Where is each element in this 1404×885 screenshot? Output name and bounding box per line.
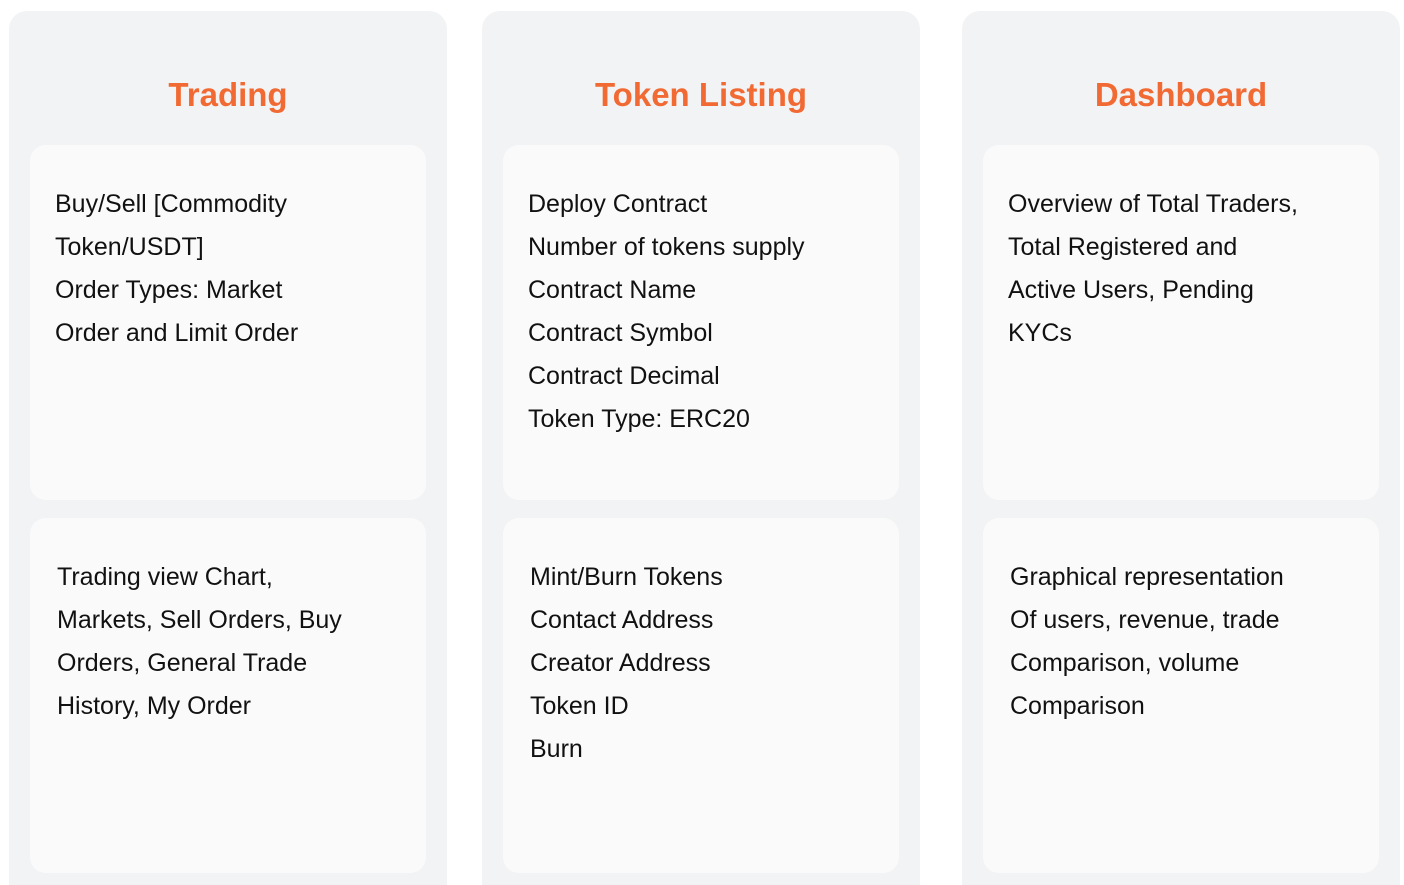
trading-column: Trading Buy/Sell [Commodity Token/USDT] … xyxy=(9,11,447,885)
text-line: Comparison xyxy=(1010,692,1145,720)
text-line: Order and Limit Order xyxy=(55,319,299,347)
token-listing-bottom-card: Mint/Burn Tokens Contact Address Creator… xyxy=(503,518,899,873)
text-line: Number of tokens supply xyxy=(528,233,805,261)
text-line: Token Type: ERC20 xyxy=(528,405,750,433)
text-line: Graphical representation xyxy=(1010,563,1284,591)
text-line: Active Users, Pending xyxy=(1008,276,1254,304)
text-line: Total Registered and xyxy=(1008,233,1238,261)
text-line: Token/USDT] xyxy=(55,233,204,261)
text-line: Of users, revenue, trade xyxy=(1010,606,1280,634)
text-line: Order Types: Market xyxy=(55,276,283,304)
text-line: Trading view Chart, xyxy=(57,563,273,591)
text-line: Buy/Sell [Commodity xyxy=(55,190,288,218)
text-line: Mint/Burn Tokens xyxy=(530,563,723,591)
text-line: Contact Address xyxy=(530,606,714,634)
trading-title: Trading xyxy=(168,76,288,113)
text-line: Burn xyxy=(530,735,583,763)
text-line: Contract Decimal xyxy=(528,362,720,390)
text-line: Comparison, volume xyxy=(1010,649,1240,677)
trading-top-card-text: Buy/Sell [Commodity Token/USDT] Order Ty… xyxy=(55,183,408,355)
text-line: Contract Symbol xyxy=(528,319,713,347)
token-listing-top-card-text: Deploy Contract Number of tokens supply … xyxy=(528,183,881,441)
dashboard-top-card-text: Overview of Total Traders, Total Registe… xyxy=(1008,183,1361,355)
text-line: Deploy Contract xyxy=(528,190,708,218)
trading-bottom-card-text: Trading view Chart, Markets, Sell Orders… xyxy=(57,556,408,728)
text-line: KYCs xyxy=(1008,319,1072,347)
token-listing-bottom-card-text: Mint/Burn Tokens Contact Address Creator… xyxy=(530,556,881,771)
text-line: Markets, Sell Orders, Buy xyxy=(57,606,342,634)
text-line: Token ID xyxy=(530,692,629,720)
token-listing-title: Token Listing xyxy=(594,76,808,113)
token-listing-top-card: Deploy Contract Number of tokens supply … xyxy=(503,145,899,500)
text-line: Overview of Total Traders, xyxy=(1008,190,1298,218)
dashboard-title: Dashboard xyxy=(1094,76,1268,113)
text-line: Contract Name xyxy=(528,276,697,304)
dashboard-column: Dashboard Overview of Total Traders, Tot… xyxy=(962,11,1400,885)
token-listing-column: Token Listing Deploy Contract Number of … xyxy=(482,11,920,885)
text-line: Orders, General Trade xyxy=(57,649,308,677)
text-line: Creator Address xyxy=(530,649,711,677)
trading-top-card: Buy/Sell [Commodity Token/USDT] Order Ty… xyxy=(30,145,426,500)
trading-bottom-card: Trading view Chart, Markets, Sell Orders… xyxy=(30,518,426,873)
dashboard-top-card: Overview of Total Traders, Total Registe… xyxy=(983,145,1379,500)
text-line: History, My Order xyxy=(57,692,251,720)
dashboard-bottom-card: Graphical representation Of users, reven… xyxy=(983,518,1379,873)
dashboard-bottom-card-text: Graphical representation Of users, reven… xyxy=(1010,556,1361,728)
